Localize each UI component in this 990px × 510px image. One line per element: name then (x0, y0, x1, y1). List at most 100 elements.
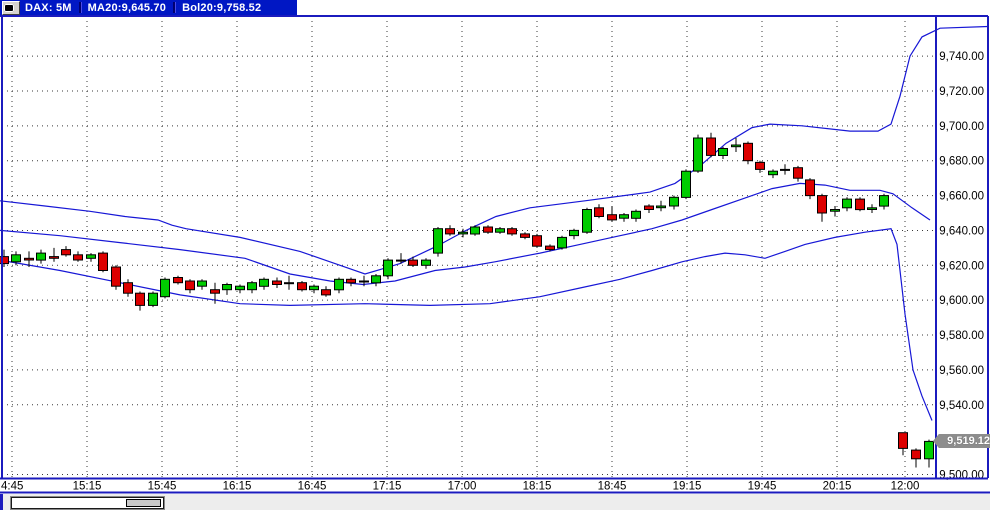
candlestick (756, 162, 765, 169)
candlestick (248, 283, 257, 290)
x-axis-label: 20:15 (823, 481, 852, 493)
y-axis-label: 9,720.00 (939, 86, 984, 98)
candlestick (322, 290, 331, 295)
candlestick (112, 267, 121, 286)
bottom-scroll-bar (0, 494, 990, 510)
candlestick (682, 171, 691, 197)
candlestick (136, 293, 145, 305)
y-axis-label: 9,580.00 (939, 330, 984, 342)
candlestick (558, 237, 567, 248)
candlestick (236, 286, 245, 290)
y-axis-label: 9,740.00 (939, 51, 984, 63)
candlestick (657, 206, 666, 208)
last-price-tag: 9,519.12 (933, 434, 990, 448)
y-axis-label: 9,500.00 (939, 470, 984, 482)
candlestick (260, 279, 269, 286)
candlestick (694, 138, 703, 171)
bollinger-value-label: Bol20:9,758.52 (182, 2, 261, 14)
x-axis-label: 19:45 (748, 481, 777, 493)
candlestick (880, 196, 889, 207)
candlestick (186, 281, 195, 290)
candlestick (595, 208, 604, 217)
symbol-timeframe-label: DAX: 5M (25, 2, 72, 14)
candlestick (310, 286, 319, 290)
candlestick (223, 285, 232, 290)
candlestick (670, 197, 679, 206)
candlestick (87, 255, 96, 258)
candlestick (471, 227, 480, 234)
candlestick (434, 229, 443, 253)
x-axis-label: 17:00 (448, 481, 477, 493)
candlestick (422, 260, 431, 265)
candlestick (62, 250, 71, 255)
candlestick (50, 257, 59, 259)
candlestick (899, 433, 908, 449)
candlestick (707, 138, 716, 155)
candlestick (719, 149, 728, 156)
candlestick (868, 208, 877, 210)
x-axis-label: 19:15 (673, 481, 702, 493)
candlestick (124, 283, 133, 294)
candlestick (25, 258, 34, 260)
candlestick (360, 281, 369, 282)
candlestick (384, 260, 393, 276)
x-axis-label: 15:45 (148, 481, 177, 493)
trading-chart-window: 9,740.00 9,720.00 9,700.00 9,680.00 9,660.00… (0, 0, 990, 510)
candlestick (496, 229, 505, 233)
x-axis-label: 17:15 (373, 481, 402, 493)
candlestick (273, 281, 282, 285)
candlestick (459, 232, 468, 234)
y-axis-label: 9,540.00 (939, 400, 984, 412)
candlestick (831, 210, 840, 212)
header-divider (173, 2, 175, 13)
bollinger-lower-line (0, 229, 932, 421)
candlestick (645, 206, 654, 210)
x-axis-label: 4:45 (1, 481, 23, 493)
candlestick (912, 450, 921, 459)
chart-window-icon-glyph (4, 4, 14, 12)
x-axis-label: 12:00 (891, 481, 920, 493)
horizontal-scrollbar[interactable] (11, 497, 164, 509)
y-axis-label: 9,660.00 (939, 191, 984, 203)
candlestick (149, 293, 158, 305)
candlestick (446, 229, 455, 234)
candlestick (372, 276, 381, 283)
candlestick (583, 210, 592, 233)
candlestick (925, 441, 934, 458)
chart-header-bar: DAX: 5M MA20:9,645.70 Bol20:9,758.52 (0, 0, 297, 15)
y-axis-label: 9,560.00 (939, 365, 984, 377)
candlestick (608, 215, 617, 220)
candlestick (856, 199, 865, 210)
candlestick (732, 145, 741, 147)
candlestick (508, 229, 517, 234)
candlestick (570, 230, 579, 235)
bottom-bar-left-notch (0, 494, 3, 510)
candlestick (843, 199, 852, 208)
candlestick (794, 168, 803, 179)
y-axis-label: 9,700.00 (939, 121, 984, 133)
y-axis-label: 9,680.00 (939, 156, 984, 168)
candlestick (285, 283, 294, 284)
candlestick (347, 279, 356, 283)
header-divider (79, 2, 81, 13)
candlestick (37, 253, 46, 260)
candlestick (397, 260, 406, 261)
candlestick (781, 169, 790, 170)
candlestick (74, 255, 83, 260)
y-axis-label: 9,640.00 (939, 225, 984, 237)
candlestick (744, 143, 753, 160)
candlestick (546, 246, 555, 250)
chart-window-icon[interactable] (2, 1, 20, 15)
candlestick (12, 255, 21, 262)
scrollbar-thumb[interactable] (126, 499, 161, 507)
price-chart: 9,740.00 9,720.00 9,700.00 9,680.00 9,660.00… (0, 0, 990, 510)
candlestick (484, 227, 493, 232)
candlestick (99, 253, 108, 270)
ma20-value-label: MA20:9,645.70 (88, 2, 166, 14)
candlestick (818, 196, 827, 213)
candlestick (521, 234, 530, 238)
candlestick (769, 171, 778, 175)
y-axis-label: 9,600.00 (939, 295, 984, 307)
x-axis-label: 16:15 (223, 481, 252, 493)
candlestick (533, 236, 542, 247)
